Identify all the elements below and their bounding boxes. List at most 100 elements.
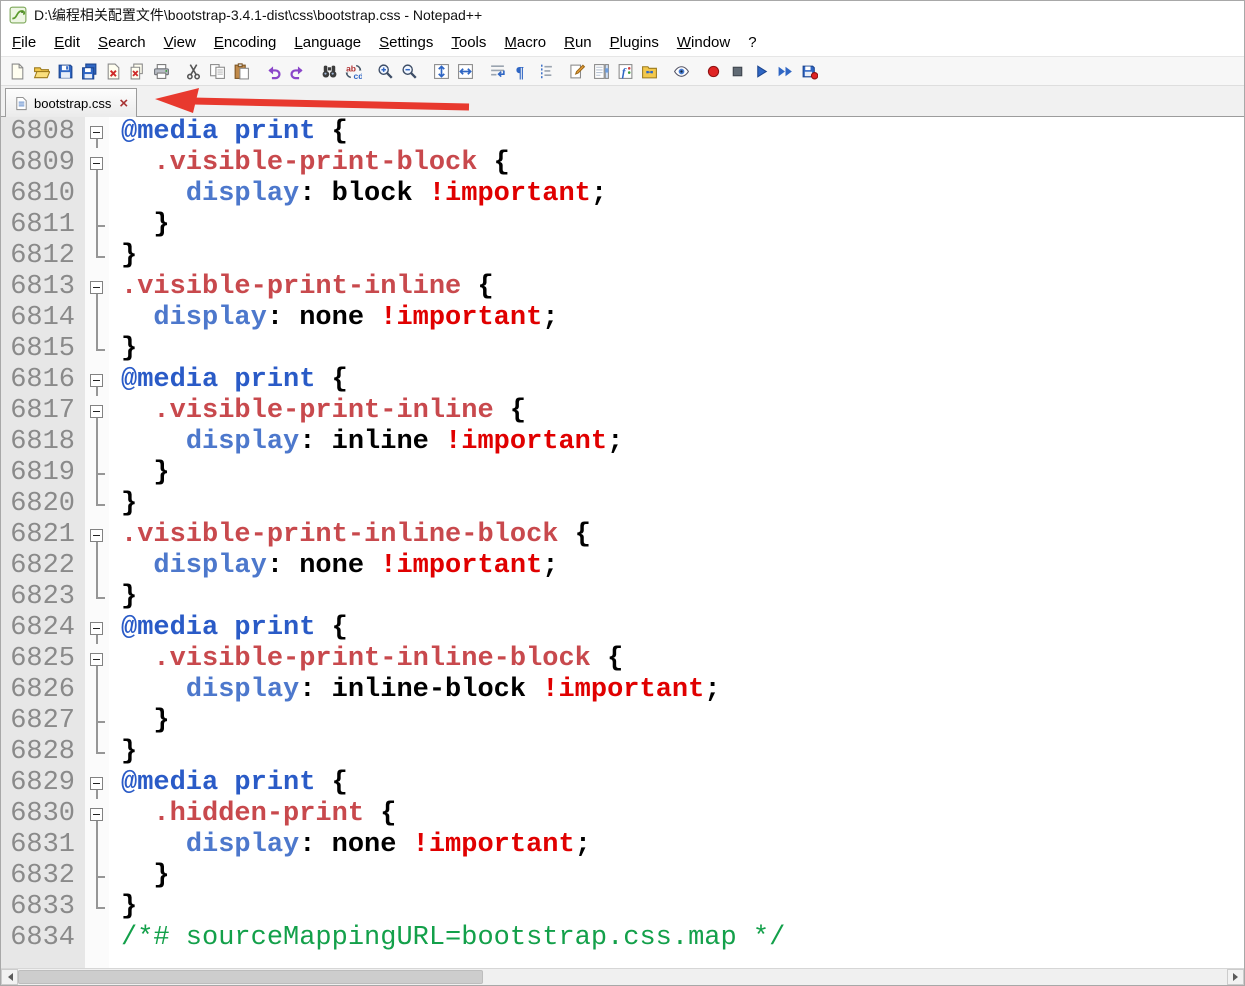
menu-help[interactable]: ?	[739, 32, 765, 53]
line-number[interactable]: 6815	[1, 334, 85, 365]
find-button[interactable]	[317, 59, 341, 83]
undo-button[interactable]	[261, 59, 285, 83]
open-file-button[interactable]	[29, 59, 53, 83]
fold-marker[interactable]	[85, 551, 109, 582]
line-number[interactable]: 6811	[1, 210, 85, 241]
line-number[interactable]: 6827	[1, 706, 85, 737]
line-number[interactable]: 6808	[1, 117, 85, 148]
show-indent-guide-button[interactable]	[533, 59, 557, 83]
fold-marker[interactable]	[85, 830, 109, 861]
scroll-left-button[interactable]	[1, 969, 18, 985]
fold-marker[interactable]	[85, 706, 109, 737]
line-number[interactable]: 6831	[1, 830, 85, 861]
redo-button[interactable]	[285, 59, 309, 83]
menu-window[interactable]: Window	[668, 32, 739, 53]
menu-run[interactable]: Run	[555, 32, 601, 53]
line-number[interactable]: 6820	[1, 489, 85, 520]
folder-as-workspace-button[interactable]	[637, 59, 661, 83]
line-number[interactable]: 6819	[1, 458, 85, 489]
fold-marker[interactable]	[85, 489, 109, 520]
line-number[interactable]: 6833	[1, 892, 85, 923]
scrollbar-thumb[interactable]	[18, 970, 483, 984]
fold-marker[interactable]	[85, 861, 109, 892]
macro-save-button[interactable]	[797, 59, 821, 83]
menu-file[interactable]: File	[3, 32, 45, 53]
fold-marker[interactable]	[85, 892, 109, 923]
line-number[interactable]: 6813	[1, 272, 85, 303]
line-number[interactable]: 6818	[1, 427, 85, 458]
line-number[interactable]: 6834	[1, 923, 85, 954]
fold-marker[interactable]	[85, 520, 109, 551]
fold-marker[interactable]	[85, 737, 109, 768]
document-map-button[interactable]	[589, 59, 613, 83]
line-number[interactable]: 6814	[1, 303, 85, 334]
fold-marker[interactable]	[85, 303, 109, 334]
fold-marker[interactable]	[85, 179, 109, 210]
menu-settings[interactable]: Settings	[370, 32, 442, 53]
menu-macro[interactable]: Macro	[495, 32, 555, 53]
menu-language[interactable]: Language	[285, 32, 370, 53]
line-number[interactable]: 6829	[1, 768, 85, 799]
macro-stop-button[interactable]	[725, 59, 749, 83]
line-number[interactable]: 6817	[1, 396, 85, 427]
define-language-button[interactable]	[565, 59, 589, 83]
macro-run-multiple-button[interactable]	[773, 59, 797, 83]
menu-plugins[interactable]: Plugins	[601, 32, 668, 53]
function-list-button[interactable]: f	[613, 59, 637, 83]
line-number[interactable]: 6824	[1, 613, 85, 644]
copy-button[interactable]	[205, 59, 229, 83]
line-number[interactable]: 6810	[1, 179, 85, 210]
line-number[interactable]: 6825	[1, 644, 85, 675]
line-number[interactable]: 6828	[1, 737, 85, 768]
zoom-out-button[interactable]	[397, 59, 421, 83]
fold-marker[interactable]	[85, 365, 109, 396]
line-number[interactable]: 6832	[1, 861, 85, 892]
fold-marker[interactable]	[85, 613, 109, 644]
replace-button[interactable]: abcd	[341, 59, 365, 83]
paste-button[interactable]	[229, 59, 253, 83]
tab-close-icon[interactable]: ×	[119, 96, 128, 111]
sync-horizontal-scroll-button[interactable]	[453, 59, 477, 83]
horizontal-scrollbar[interactable]	[1, 968, 1244, 985]
line-number[interactable]: 6826	[1, 675, 85, 706]
monitoring-button[interactable]	[669, 59, 693, 83]
fold-marker[interactable]	[85, 148, 109, 179]
menu-view[interactable]: View	[155, 32, 205, 53]
fold-marker[interactable]	[85, 458, 109, 489]
line-number[interactable]: 6812	[1, 241, 85, 272]
fold-marker[interactable]	[85, 241, 109, 272]
scrollbar-track[interactable]	[18, 969, 1227, 985]
new-file-button[interactable]	[5, 59, 29, 83]
fold-marker[interactable]	[85, 427, 109, 458]
line-number[interactable]: 6823	[1, 582, 85, 613]
fold-marker[interactable]	[85, 644, 109, 675]
code-area[interactable]: 6808 @media print {6809 .visible-print-bl…	[1, 117, 1244, 968]
menu-edit[interactable]: Edit	[45, 32, 89, 53]
line-number[interactable]: 6809	[1, 148, 85, 179]
word-wrap-button[interactable]	[485, 59, 509, 83]
print-button[interactable]	[149, 59, 173, 83]
tab-bootstrap-css[interactable]: bootstrap.css ×	[5, 88, 138, 117]
line-number[interactable]: 6816	[1, 365, 85, 396]
zoom-in-button[interactable]	[373, 59, 397, 83]
menu-search[interactable]: Search	[89, 32, 155, 53]
fold-marker[interactable]	[85, 582, 109, 613]
save-button[interactable]	[53, 59, 77, 83]
line-number[interactable]: 6822	[1, 551, 85, 582]
fold-marker[interactable]	[85, 396, 109, 427]
menu-encoding[interactable]: Encoding	[205, 32, 286, 53]
line-number[interactable]: 6830	[1, 799, 85, 830]
fold-marker[interactable]	[85, 675, 109, 706]
fold-marker[interactable]	[85, 210, 109, 241]
fold-marker[interactable]	[85, 799, 109, 830]
close-all-button[interactable]	[125, 59, 149, 83]
line-number[interactable]: 6821	[1, 520, 85, 551]
save-all-button[interactable]	[77, 59, 101, 83]
menu-tools[interactable]: Tools	[442, 32, 495, 53]
fold-marker[interactable]	[85, 768, 109, 799]
fold-marker[interactable]	[85, 272, 109, 303]
scroll-right-button[interactable]	[1227, 969, 1244, 985]
fold-marker[interactable]	[85, 117, 109, 148]
fold-marker[interactable]	[85, 334, 109, 365]
sync-vertical-scroll-button[interactable]	[429, 59, 453, 83]
